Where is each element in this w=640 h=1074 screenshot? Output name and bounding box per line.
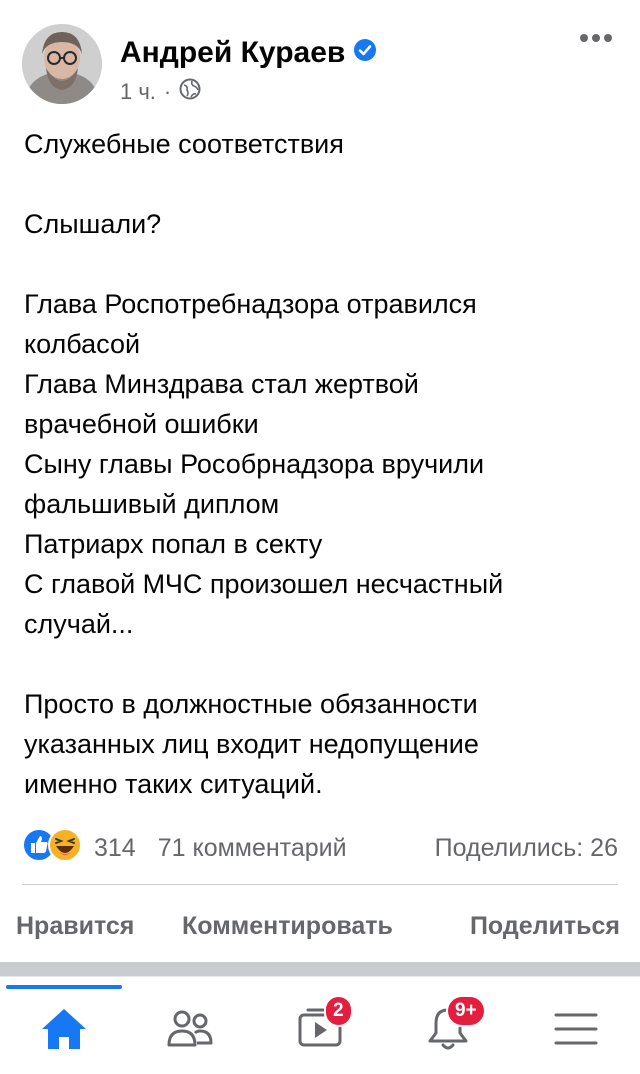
post-header: Андрей Кураев 1 ч. · [0,0,640,120]
text-line: Патриарх попал в секту [24,529,323,559]
tab-menu[interactable] [546,1003,606,1059]
post-time[interactable]: 1 ч. [120,79,156,105]
paragraph-2: Слышали? [24,204,614,244]
paragraph-1: Служебные соответствия [24,124,614,164]
dot-icon [604,34,612,42]
active-tab-indicator [6,985,122,989]
author-avatar[interactable] [22,24,102,104]
home-icon [38,1005,90,1058]
text-line: колбасой [24,329,141,359]
watch-notification-badge: 2 [324,995,353,1027]
globe-icon [179,78,201,106]
text-line: Сыну главы Рособрнадзора вручили [24,449,485,479]
comments-count[interactable]: 71 комментарий [158,834,347,863]
share-button[interactable]: Поделиться [470,912,620,941]
feed-separator [0,962,640,976]
divider [22,884,618,885]
text-line: Слышали? [24,209,162,239]
shares-count[interactable]: Поделились: 26 [435,834,618,863]
haha-reaction-icon [48,827,82,869]
text-line: Служебные соответствия [24,129,344,159]
more-options-icon[interactable] [580,28,616,48]
bottom-tab-bar: 2 9+ [0,976,640,1074]
dot-icon [580,34,588,42]
text-line: врачебной ошибки [24,409,259,439]
menu-hamburger-icon [550,1005,602,1058]
author-name[interactable]: Андрей Кураев [120,36,345,70]
meta-separator: · [163,79,172,104]
tab-friends[interactable] [160,1003,220,1059]
like-button[interactable]: Нравится [16,912,134,941]
reactions-count[interactable]: 314 [94,834,136,863]
text-line: С главой МЧС произошел несчастный [24,569,504,599]
text-line: случай... [24,609,134,639]
text-line: указанных лиц входит недопущение [24,729,479,759]
comment-button[interactable]: Комментировать [182,912,393,941]
post-actions: Нравится Комментировать Поделиться [0,904,640,948]
reaction-icons[interactable] [22,827,82,869]
post-meta: 1 ч. · [120,78,201,106]
post-stats: 314 71 комментарий Поделились: 26 [22,827,618,869]
dot-icon [592,34,600,42]
text-line: фальшивый диплом [24,489,280,519]
friends-icon [164,1005,216,1058]
paragraph-4: Просто в должностные обязанности указанн… [24,684,614,804]
author-name-row: Андрей Кураев [120,36,377,70]
text-line: Просто в должностные обязанности [24,689,478,719]
verified-badge-icon [353,36,377,70]
text-line: Глава Минздрава стал жертвой [24,369,419,399]
post-text: Служебные соответствия Слышали? Глава Ро… [24,124,614,804]
tab-home[interactable] [34,1003,94,1059]
text-line: именно таких ситуаций. [24,769,323,799]
paragraph-3: Глава Роспотребнадзора отравился колбасо… [24,284,614,644]
text-line: Глава Роспотребнадзора отравился [24,289,477,319]
notifications-badge: 9+ [446,995,486,1027]
